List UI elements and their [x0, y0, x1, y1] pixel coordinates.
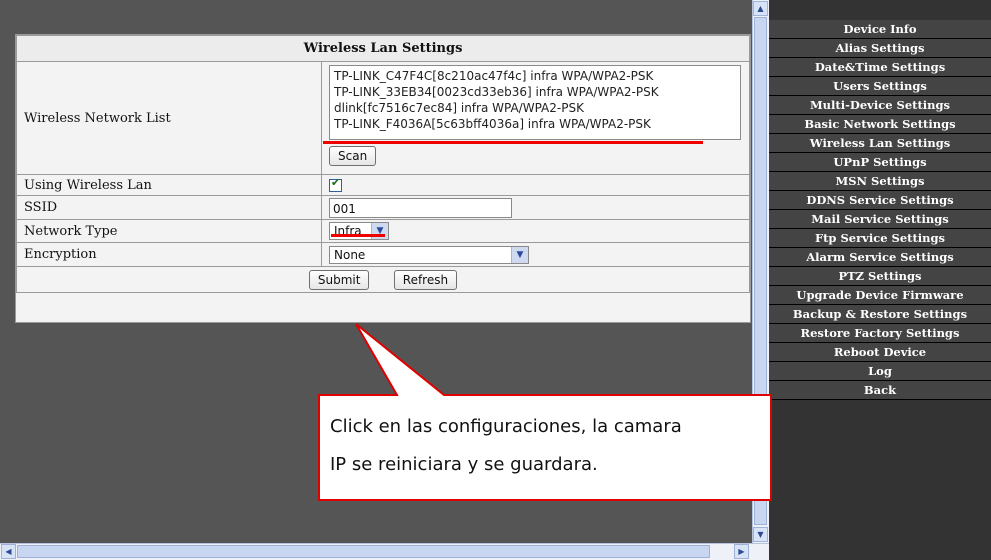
checkmark-icon: ✔: [331, 175, 341, 189]
network-item[interactable]: TP-LINK_33EB34[0023cd33eb36] infra WPA/W…: [334, 84, 736, 100]
refresh-button[interactable]: Refresh: [393, 269, 458, 290]
network-item[interactable]: dlink[fc7516c7ec84] infra WPA/WPA2-PSK: [334, 100, 736, 116]
annotation-underline: [331, 234, 385, 237]
menu-item[interactable]: Upgrade Device Firmware: [769, 286, 991, 305]
using-wireless-label: Using Wireless Lan: [16, 174, 322, 196]
network-listbox[interactable]: TP-LINK_C47F4C[8c210ac47f4c] infra WPA/W…: [329, 65, 741, 140]
menu-item[interactable]: Ftp Service Settings: [769, 229, 991, 248]
scroll-thumb[interactable]: [17, 545, 710, 558]
menu-item[interactable]: MSN Settings: [769, 172, 991, 191]
scroll-right-icon[interactable]: ▶: [734, 544, 749, 559]
menu-item[interactable]: PTZ Settings: [769, 267, 991, 286]
settings-menu: Device Info Alias Settings Date&Time Setti…: [769, 0, 991, 560]
menu-item[interactable]: Device Info: [769, 20, 991, 39]
menu-item[interactable]: DDNS Service Settings: [769, 191, 991, 210]
menu-item[interactable]: Date&Time Settings: [769, 58, 991, 77]
network-list-label: Wireless Network List: [16, 61, 322, 175]
menu-item[interactable]: Restore Factory Settings: [769, 324, 991, 343]
menu-item[interactable]: Alarm Service Settings: [769, 248, 991, 267]
menu-item[interactable]: Mail Service Settings: [769, 210, 991, 229]
menu-item[interactable]: UPnP Settings: [769, 153, 991, 172]
menu-item[interactable]: Wireless Lan Settings: [769, 134, 991, 153]
menu-item[interactable]: Reboot Device: [769, 343, 991, 362]
menu-item[interactable]: Backup & Restore Settings: [769, 305, 991, 324]
scan-button[interactable]: Scan: [329, 146, 377, 166]
callout-line: IP se reiniciara y se guardara.: [330, 454, 598, 475]
network-item[interactable]: TP-LINK_F4036A[5c63bff4036a] infra WPA/W…: [334, 116, 736, 132]
menu-item[interactable]: Log: [769, 362, 991, 381]
scroll-down-icon[interactable]: ▼: [753, 527, 768, 542]
menu-item[interactable]: Basic Network Settings: [769, 115, 991, 134]
horizontal-scrollbar[interactable]: ◀ ▶: [0, 543, 769, 560]
network-item[interactable]: TP-LINK_C47F4C[8c210ac47f4c] infra WPA/W…: [334, 68, 736, 84]
encryption-value: None: [334, 247, 366, 262]
using-wireless-checkbox[interactable]: ✔: [329, 175, 342, 192]
menu-item[interactable]: Alias Settings: [769, 39, 991, 58]
browser-frame: Wireless Lan Settings Wireless Network L…: [0, 0, 991, 560]
chevron-down-icon[interactable]: ▼: [511, 246, 528, 263]
ssid-label: SSID: [16, 195, 322, 220]
settings-table: Wireless Lan Settings Wireless Network L…: [16, 35, 750, 293]
wireless-settings-panel: Wireless Lan Settings Wireless Network L…: [15, 34, 751, 323]
network-type-label: Network Type: [16, 219, 322, 243]
menu-item[interactable]: Users Settings: [769, 77, 991, 96]
callout-text: Click en las configuraciones, la camara …: [330, 408, 770, 484]
encryption-label: Encryption: [16, 242, 322, 267]
encryption-select[interactable]: None ▼: [329, 245, 529, 264]
network-type-select[interactable]: Infra ▼: [329, 222, 389, 240]
callout-line: Click en las configuraciones, la camara: [330, 416, 682, 437]
menu-item[interactable]: Back: [769, 381, 991, 400]
submit-button[interactable]: Submit: [308, 269, 370, 290]
scroll-left-icon[interactable]: ◀: [1, 544, 16, 559]
panel-title: Wireless Lan Settings: [16, 35, 750, 62]
annotation-underline: [323, 141, 703, 144]
scroll-up-icon[interactable]: ▲: [753, 1, 768, 16]
ssid-input[interactable]: 001: [329, 197, 512, 218]
menu-item[interactable]: Multi-Device Settings: [769, 96, 991, 115]
